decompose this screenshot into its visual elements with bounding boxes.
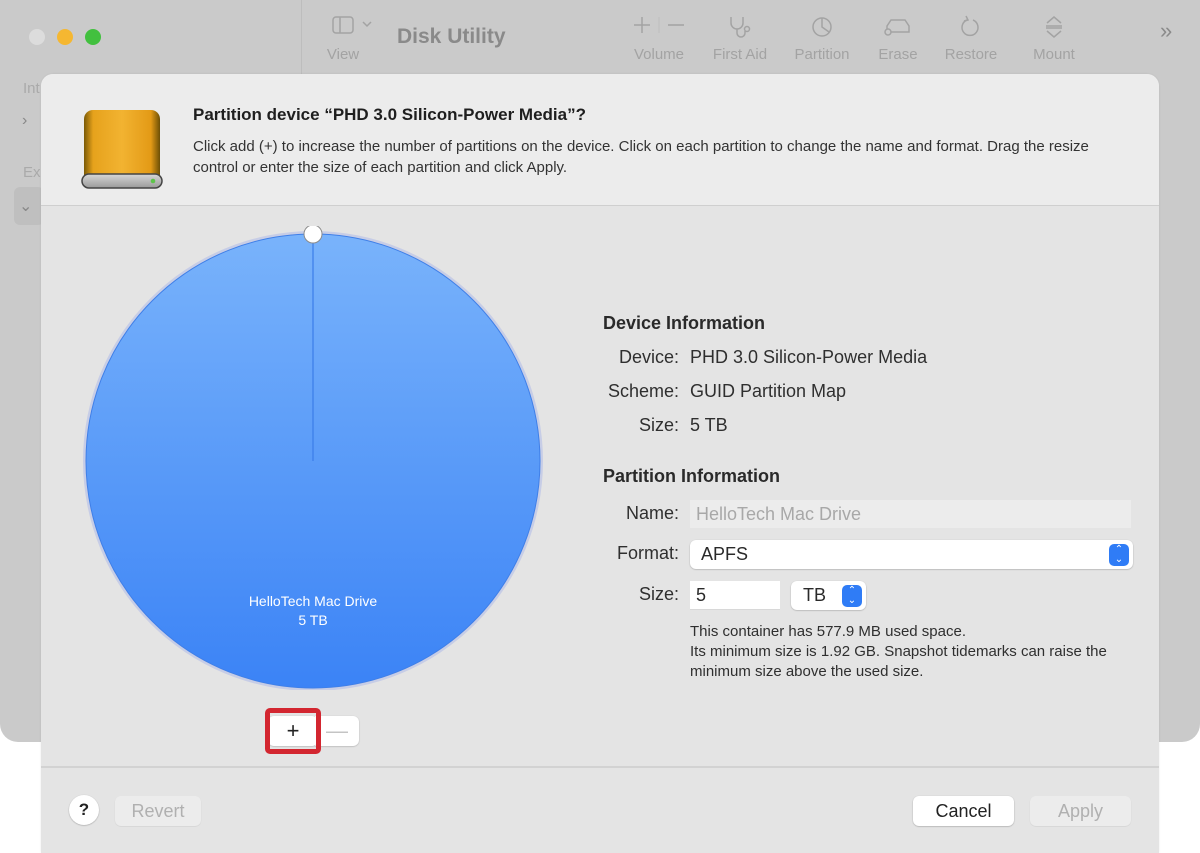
remove-partition-button[interactable]: — bbox=[315, 716, 359, 746]
sidebar-divider bbox=[301, 0, 302, 74]
zoom-window-button[interactable] bbox=[85, 29, 101, 45]
scheme-value: GUID Partition Map bbox=[690, 381, 847, 401]
sheet-description: Click add (+) to increase the number of … bbox=[193, 138, 1089, 176]
unit-value: TB bbox=[803, 585, 827, 605]
stethoscope-icon bbox=[709, 14, 771, 46]
toolbar: View Disk Utility Volume First Aid Parti… bbox=[0, 0, 1200, 74]
name-label: Name: bbox=[625, 503, 679, 523]
partition-name-field[interactable]: HelloTech Mac Drive bbox=[690, 500, 1131, 528]
apply-button[interactable]: Apply bbox=[1030, 796, 1131, 826]
sheet-footer: ? Revert Cancel Apply bbox=[41, 766, 1159, 853]
restore-button[interactable]: Restore bbox=[942, 14, 1000, 63]
partition-pie-chart[interactable]: HelloTech Mac Drive 5 TB bbox=[81, 224, 545, 691]
note-line-1: This container has 577.9 MB used space. bbox=[690, 623, 966, 640]
up-down-chevron-icon: ⌃ ⌄ bbox=[842, 584, 862, 607]
partition-information-heading: Partition Information bbox=[603, 466, 780, 486]
format-value: APFS bbox=[701, 544, 749, 564]
view-label: View bbox=[326, 46, 360, 63]
chevron-down-icon[interactable]: ⌄ bbox=[19, 196, 32, 216]
device-label: Device: bbox=[618, 347, 679, 367]
erase-label: Erase bbox=[878, 46, 918, 63]
sheet-title: Partition device “PHD 3.0 Silicon-Power … bbox=[193, 105, 586, 124]
partition-label: Partition bbox=[794, 46, 850, 63]
first-aid-label: First Aid bbox=[712, 46, 768, 63]
volume-label: Volume bbox=[633, 46, 685, 63]
partition-name-label: HelloTech Mac Drive bbox=[248, 593, 378, 609]
pie-icon bbox=[791, 14, 853, 46]
device-size-label: Size: bbox=[638, 415, 679, 435]
container-size-note: This container has 577.9 MB used space. … bbox=[690, 622, 1150, 682]
restore-label: Restore bbox=[944, 46, 998, 63]
partition-size-input[interactable]: 5 bbox=[690, 581, 780, 610]
format-label: Format: bbox=[616, 543, 679, 563]
cancel-button[interactable]: Cancel bbox=[913, 796, 1014, 826]
external-drive-icon bbox=[81, 108, 163, 190]
first-aid-button[interactable]: First Aid bbox=[709, 14, 771, 63]
sidebar-toggle-icon bbox=[330, 14, 374, 46]
view-button[interactable]: View bbox=[327, 14, 374, 63]
partition-sheet: Partition device “PHD 3.0 Silicon-Power … bbox=[41, 74, 1159, 853]
help-button[interactable]: ? bbox=[69, 795, 99, 825]
sidebar-section-external: Ex bbox=[23, 164, 41, 181]
mount-button[interactable]: Mount bbox=[1030, 14, 1078, 63]
mount-icon bbox=[1030, 14, 1078, 46]
size-label: Size: bbox=[638, 584, 679, 604]
size-unit-select[interactable]: TB ⌃ ⌄ bbox=[791, 581, 866, 610]
window-title: Disk Utility bbox=[397, 25, 506, 48]
format-select[interactable]: APFS ⌃ ⌄ bbox=[690, 540, 1133, 569]
mount-label: Mount bbox=[1033, 46, 1075, 63]
highlight-annotation bbox=[265, 708, 321, 754]
resize-handle[interactable] bbox=[303, 224, 323, 244]
sheet-header: Partition device “PHD 3.0 Silicon-Power … bbox=[41, 74, 1159, 206]
revert-button[interactable]: Revert bbox=[115, 796, 201, 826]
partition-size-label: 5 TB bbox=[298, 612, 328, 628]
device-size-value: 5 TB bbox=[690, 415, 728, 435]
plus-minus-icon bbox=[630, 14, 688, 46]
up-down-chevron-icon: ⌃ ⌄ bbox=[1109, 543, 1129, 566]
close-window-button[interactable] bbox=[29, 29, 45, 45]
partition-button[interactable]: Partition bbox=[791, 14, 853, 63]
erase-drive-icon bbox=[877, 14, 919, 46]
erase-button[interactable]: Erase bbox=[877, 14, 919, 63]
volume-button[interactable]: Volume bbox=[630, 14, 688, 63]
scheme-label: Scheme: bbox=[607, 381, 679, 401]
device-value: PHD 3.0 Silicon-Power Media bbox=[690, 347, 928, 367]
minimize-window-button[interactable] bbox=[57, 29, 73, 45]
sidebar-section-internal: Int bbox=[23, 80, 40, 97]
chevron-right-icon[interactable]: › bbox=[22, 112, 27, 130]
chevron-double-right-icon[interactable]: » bbox=[1160, 18, 1172, 44]
device-information-heading: Device Information bbox=[603, 313, 766, 333]
note-line-2: Its minimum size is 1.92 GB. Snapshot ti… bbox=[690, 643, 1107, 680]
restore-icon bbox=[942, 14, 1000, 46]
